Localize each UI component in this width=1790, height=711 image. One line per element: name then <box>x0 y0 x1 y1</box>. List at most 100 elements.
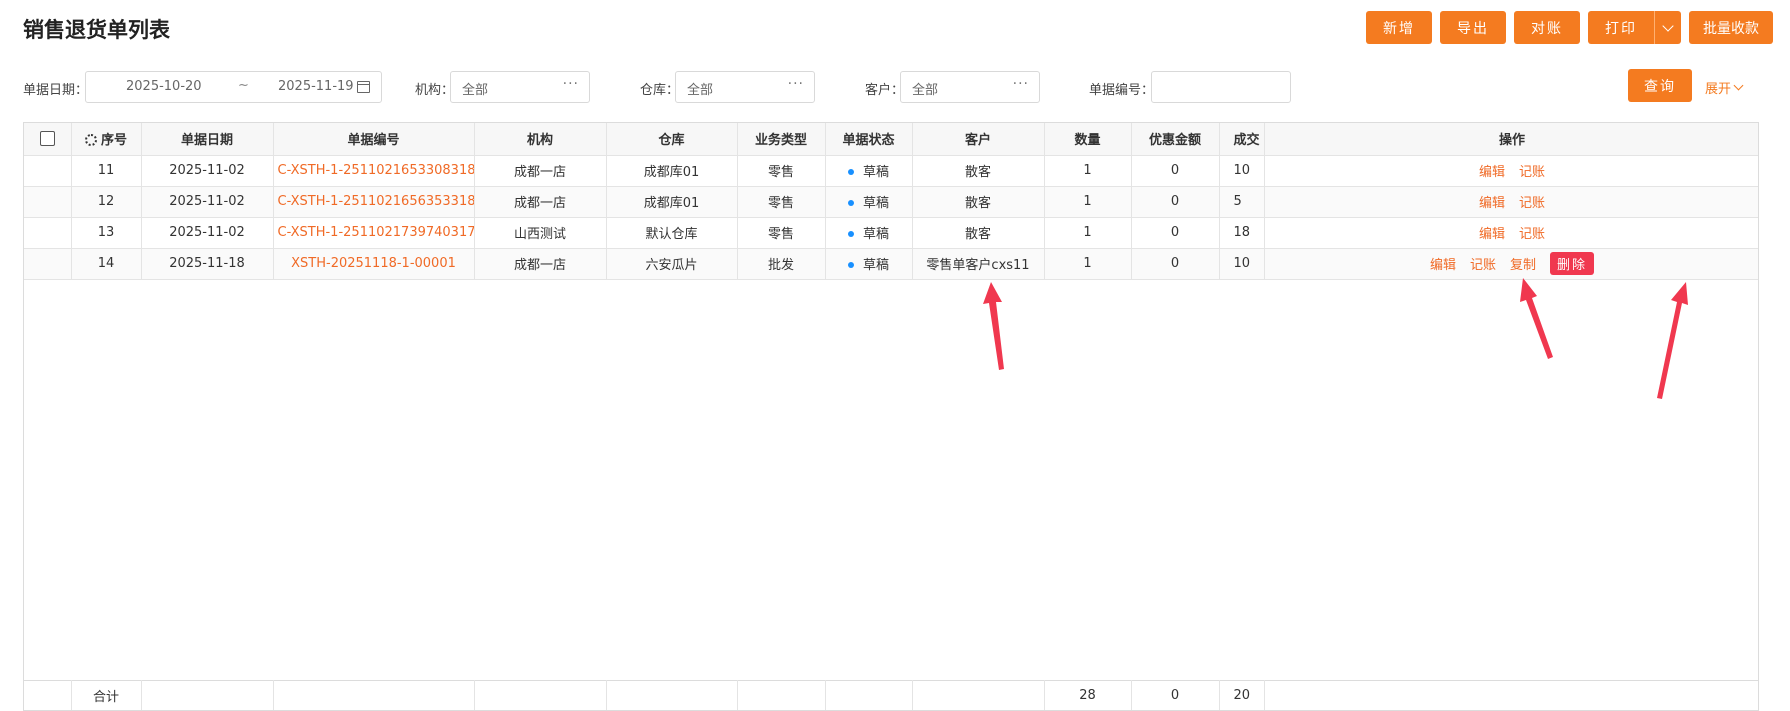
row-select-cell[interactable] <box>24 155 72 187</box>
edit-link[interactable]: 编辑 <box>1479 223 1505 242</box>
edit-link[interactable]: 编辑 <box>1479 192 1505 211</box>
cell-docno-link[interactable]: C-XSTH-1-2511021653308318... <box>273 155 475 187</box>
cell-customer: 零售单客户cxs11 <box>912 248 1045 280</box>
print-dropdown-button[interactable] <box>1654 11 1681 44</box>
col-biz-type[interactable]: 业务类型 <box>737 123 826 156</box>
col-docno[interactable]: 单据编号 <box>273 123 475 156</box>
row-select-cell[interactable] <box>24 217 72 249</box>
batch-collect-button[interactable]: 批量收款 <box>1689 11 1773 44</box>
cell-ops: 编辑 记账 <box>1264 186 1758 218</box>
more-icon[interactable]: ··· <box>1013 76 1029 92</box>
post-link[interactable]: 记账 <box>1519 192 1545 211</box>
row-select-cell[interactable] <box>24 248 72 280</box>
cell-ops: 编辑 记账 <box>1264 155 1758 187</box>
col-seq: 序号 <box>71 123 142 156</box>
totals-row: 合计 28 0 20 <box>24 680 1758 710</box>
chevron-down-icon <box>1662 19 1674 32</box>
edit-link[interactable]: 编辑 <box>1479 161 1505 180</box>
post-link[interactable]: 记账 <box>1470 254 1496 273</box>
cell-ops: 编辑 记账 复制 删除 <box>1264 248 1758 280</box>
cell-qty: 1 <box>1044 155 1132 187</box>
cell-biz-type: 批发 <box>737 248 826 280</box>
table-row[interactable]: 12 2025-11-02 C-XSTH-1-2511021656353318.… <box>24 186 1758 218</box>
row-select-cell[interactable] <box>24 186 72 218</box>
cell-status: 草稿 <box>825 155 913 187</box>
table-row[interactable]: 11 2025-11-02 C-XSTH-1-2511021653308318.… <box>24 155 1758 187</box>
edit-link[interactable]: 编辑 <box>1430 254 1456 273</box>
col-org[interactable]: 机构 <box>474 123 607 156</box>
cell-deal: 5 <box>1219 186 1265 218</box>
customer-select-value: 全部 <box>912 83 939 98</box>
more-icon[interactable]: ··· <box>563 76 579 92</box>
docno-input[interactable] <box>1151 71 1291 103</box>
cell-org: 成都一店 <box>474 186 607 218</box>
org-select-value: 全部 <box>462 83 489 98</box>
col-date[interactable]: 单据日期 <box>141 123 274 156</box>
cell-docno-link[interactable]: XSTH-20251118-1-00001 <box>273 248 475 280</box>
cell-biz-type: 零售 <box>737 217 826 249</box>
customer-select[interactable]: 全部 ··· <box>900 71 1040 103</box>
cell-customer: 散客 <box>912 186 1045 218</box>
status-dot-icon <box>847 230 854 237</box>
total-blank <box>474 680 607 710</box>
gear-icon[interactable] <box>84 133 97 146</box>
cell-deal: 18 <box>1219 217 1265 249</box>
expand-link[interactable]: 展开 <box>1705 78 1744 97</box>
total-blank <box>273 680 475 710</box>
total-blank <box>1264 680 1758 710</box>
print-button[interactable]: 打印 <box>1588 11 1654 44</box>
table-row[interactable]: 13 2025-11-02 C-XSTH-1-2511021739740317.… <box>24 217 1758 249</box>
total-blank <box>912 680 1045 710</box>
cell-org: 山西测试 <box>474 217 607 249</box>
reconcile-button[interactable]: 对账 <box>1514 11 1580 44</box>
cell-seq: 14 <box>71 248 142 280</box>
cell-docno-link[interactable]: C-XSTH-1-2511021656353318... <box>273 186 475 218</box>
page-title: 销售退货单列表 <box>23 18 170 42</box>
post-link[interactable]: 记账 <box>1519 223 1545 242</box>
cell-deal: 10 <box>1219 248 1265 280</box>
post-link[interactable]: 记账 <box>1519 161 1545 180</box>
totals-table: 合计 28 0 20 <box>24 679 1758 710</box>
status-text: 草稿 <box>862 258 889 273</box>
org-select[interactable]: 全部 ··· <box>450 71 590 103</box>
table-row[interactable]: 14 2025-11-18 XSTH-20251118-1-00001 成都一店… <box>24 248 1758 280</box>
warehouse-select[interactable]: 全部 ··· <box>675 71 815 103</box>
cell-biz-type: 零售 <box>737 155 826 187</box>
cell-date: 2025-11-02 <box>141 186 274 218</box>
date-start[interactable]: 2025-10-20 <box>126 79 202 94</box>
total-deal: 20 <box>1219 680 1265 710</box>
add-button[interactable]: 新增 <box>1366 11 1432 44</box>
total-blank <box>606 680 738 710</box>
delete-button[interactable]: 删除 <box>1550 252 1595 275</box>
chevron-down-icon <box>1733 80 1744 91</box>
col-deal[interactable]: 成交 <box>1219 123 1265 156</box>
query-button[interactable]: 查询 <box>1628 69 1692 102</box>
cell-warehouse: 成都库01 <box>606 155 738 187</box>
cell-docno-link[interactable]: C-XSTH-1-2511021739740317... <box>273 217 475 249</box>
col-status[interactable]: 单据状态 <box>825 123 913 156</box>
date-range-picker[interactable]: 2025-10-20 ~ 2025-11-19 <box>85 71 382 103</box>
more-icon[interactable]: ··· <box>788 76 804 92</box>
copy-link[interactable]: 复制 <box>1510 254 1536 273</box>
status-dot-icon <box>847 168 854 175</box>
cell-discount: 0 <box>1131 217 1220 249</box>
date-separator: ~ <box>238 78 249 93</box>
cell-qty: 1 <box>1044 248 1132 280</box>
cell-date: 2025-11-18 <box>141 248 274 280</box>
status-text: 草稿 <box>862 196 889 211</box>
select-all-cell[interactable] <box>24 123 72 156</box>
customer-filter-label: 客户： <box>865 83 905 98</box>
cell-deal: 10 <box>1219 155 1265 187</box>
org-filter-label: 机构： <box>415 83 455 98</box>
col-warehouse[interactable]: 仓库 <box>606 123 738 156</box>
col-discount[interactable]: 优惠金额 <box>1131 123 1220 156</box>
total-qty: 28 <box>1044 680 1132 710</box>
total-blank <box>24 680 72 710</box>
export-button[interactable]: 导出 <box>1440 11 1506 44</box>
date-end[interactable]: 2025-11-19 <box>278 79 354 94</box>
col-qty[interactable]: 数量 <box>1044 123 1132 156</box>
total-discount: 0 <box>1131 680 1220 710</box>
select-all-checkbox[interactable] <box>39 131 55 147</box>
col-customer[interactable]: 客户 <box>912 123 1045 156</box>
warehouse-filter-label: 仓库： <box>640 83 680 98</box>
